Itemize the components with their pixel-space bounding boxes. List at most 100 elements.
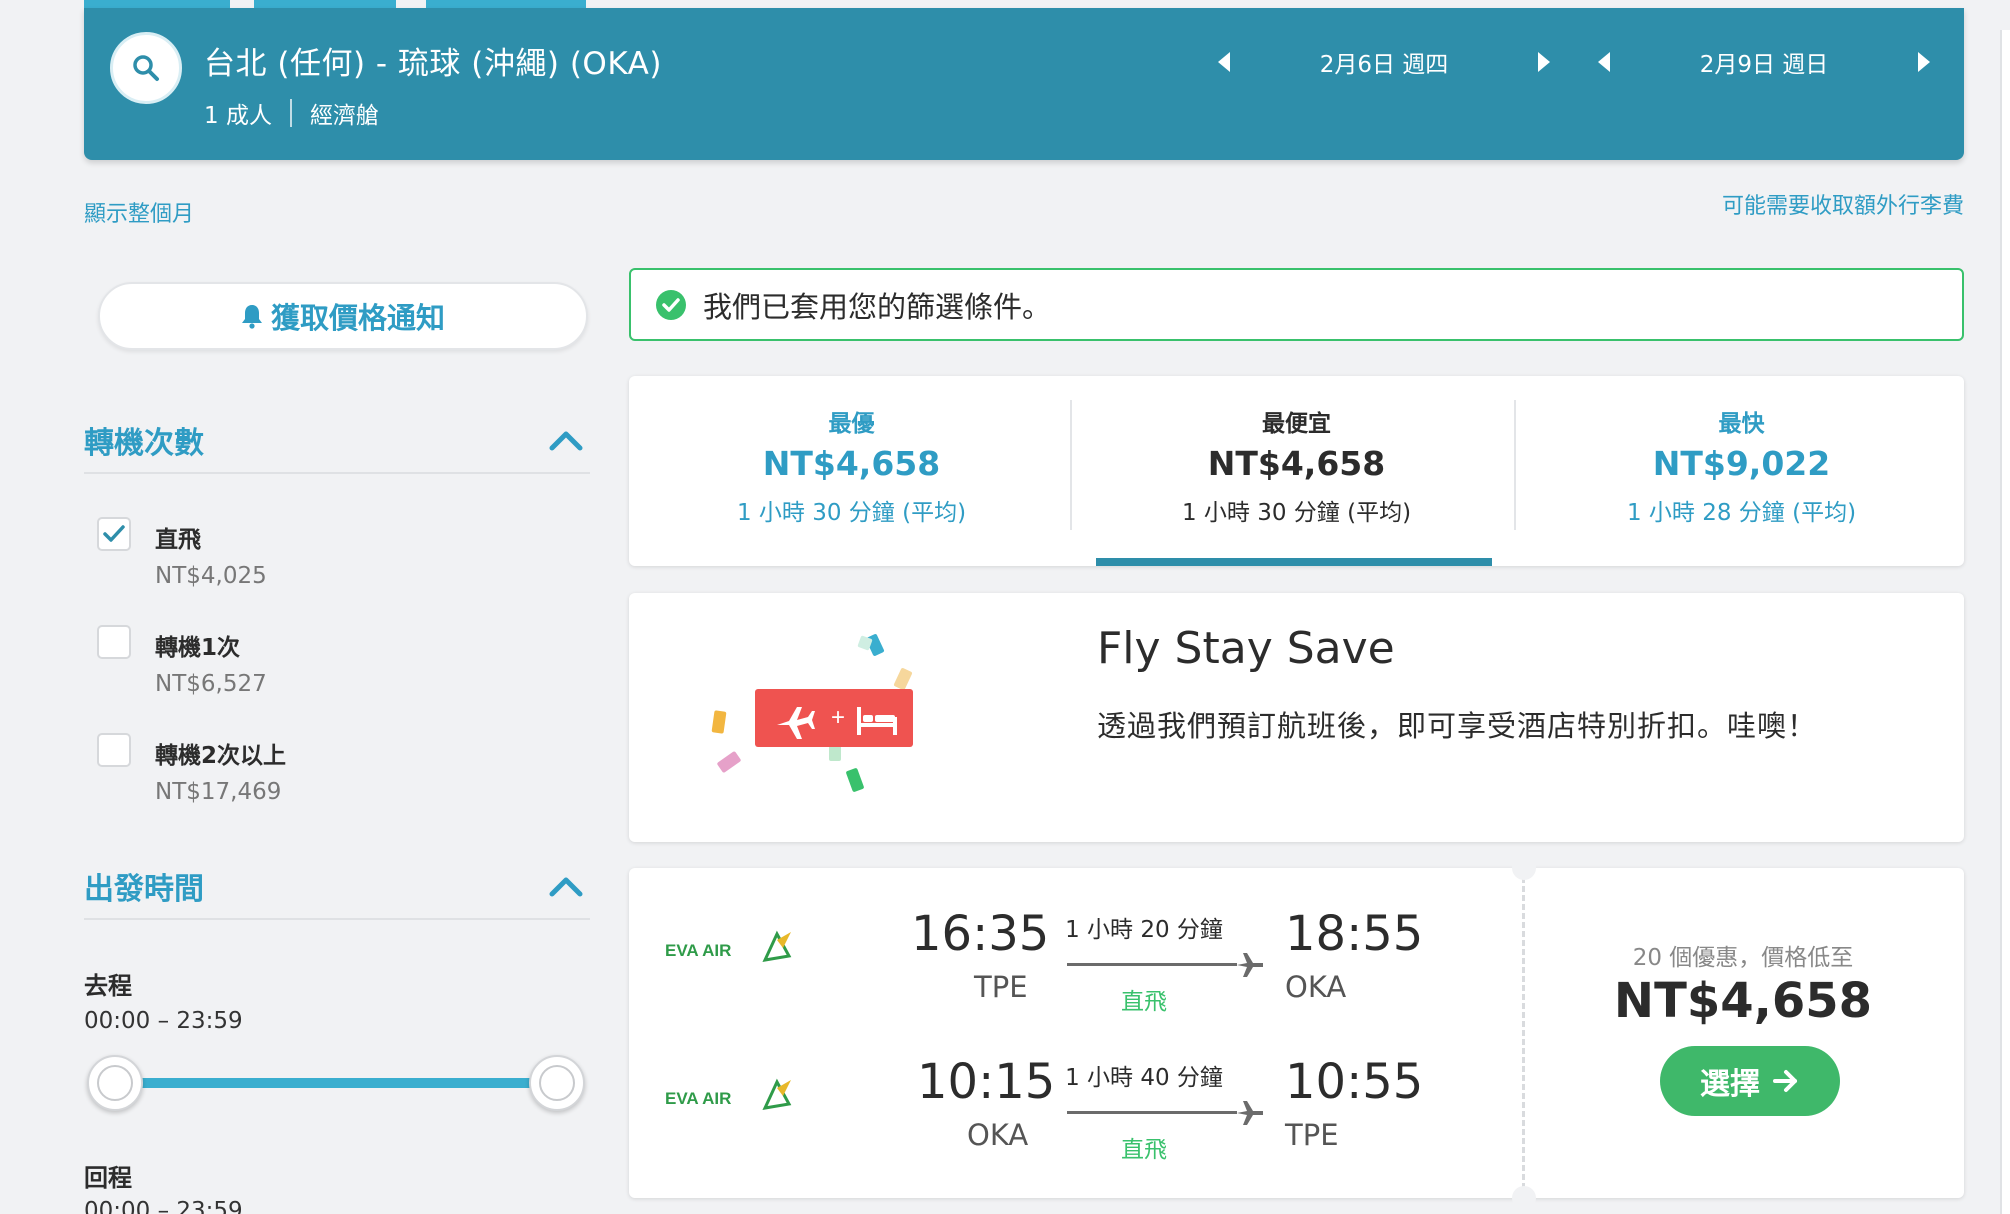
depart-date-picker[interactable]: 2月6日 週四 (1204, 42, 1564, 82)
airline-name: EVA AIR (665, 941, 731, 960)
scroll-edge (2000, 30, 2010, 1214)
sort-price: NT$4,658 (1207, 444, 1386, 483)
nonstop-label[interactable]: 直飛 (155, 520, 201, 554)
price-alert-label: 獲取價格通知 (270, 301, 445, 335)
filters-applied-text: 我們已套用您的篩選條件。 (703, 289, 1052, 324)
price-alert-button[interactable]: 獲取價格通知 (98, 282, 588, 350)
divider (84, 472, 590, 474)
one-stop-label[interactable]: 轉機1次 (155, 628, 240, 662)
plane-icon (1237, 1101, 1263, 1125)
one-stop-checkbox[interactable] (97, 625, 131, 659)
depart-next-button[interactable] (1524, 42, 1564, 82)
sort-duration: 1 小時 30 分鐘 (平均) (736, 500, 967, 526)
sort-price: NT$4,658 (762, 444, 941, 483)
top-tab[interactable] (254, 0, 396, 8)
handle-inner (539, 1065, 575, 1101)
lowest-price: NT$4,658 (1613, 973, 1873, 1029)
sort-fastest[interactable]: 最快 NT$9,022 1 小時 28 分鐘 (平均) (1519, 376, 1964, 566)
one-stop-price: NT$6,527 (155, 671, 267, 697)
nonstop-label: 直飛 (1121, 989, 1167, 1015)
divider (1070, 400, 1072, 530)
page: 台北 (任何) - 琉球 (沖繩) (OKA) 1 成人 經濟艙 2月6日 週四… (0, 0, 2010, 1214)
return-next-button[interactable] (1904, 42, 1944, 82)
depart-airport-code: OKA (967, 1118, 1029, 1152)
depart-airport-code: TPE (974, 970, 1028, 1004)
eva-air-logo: EVA AIR (665, 1078, 792, 1110)
promo-title: Fly Stay Save (1097, 623, 1395, 674)
arrive-time: 18:55 (1285, 906, 1424, 962)
select-flight-button[interactable]: 選擇 (1660, 1046, 1840, 1116)
select-label: 選擇 (1700, 1067, 1760, 1102)
search-summary-header[interactable]: 台北 (任何) - 琉球 (沖繩) (OKA) 1 成人 經濟艙 2月6日 週四… (84, 8, 1964, 160)
top-tab[interactable] (426, 0, 586, 8)
flight-duration: 1 小時 40 分鐘 (1065, 1065, 1223, 1091)
cabin-class: 經濟艙 (309, 103, 379, 129)
sort-label: 最快 (1718, 411, 1765, 437)
top-tab[interactable] (84, 0, 230, 8)
two-plus-stops-price: NT$17,469 (155, 779, 282, 805)
sort-duration: 1 小時 30 分鐘 (平均) (1181, 500, 1412, 526)
flight-result-card[interactable]: EVA AIR 16:35 TPE 1 小時 20 分鐘 直飛 18:55 OK… (629, 856, 1964, 1210)
eva-air-logo: EVA AIR (665, 930, 792, 962)
sort-price: NT$9,022 (1652, 444, 1831, 483)
flight-hotel-illustration: + (711, 634, 913, 792)
depart-prev-button[interactable] (1204, 42, 1244, 82)
sort-cheapest[interactable]: 最便宜 NT$4,658 1 小時 30 分鐘 (平均) (1074, 376, 1519, 566)
return-date[interactable]: 2月9日 週日 (1700, 45, 1829, 79)
return-time-range: 00:00 – 23:59 (84, 1198, 243, 1214)
filters-applied-banner: 我們已套用您的篩選條件。 (629, 268, 1964, 341)
route-line (1067, 1111, 1237, 1114)
plus-sign: + (831, 704, 845, 731)
two-plus-stops-checkbox[interactable] (97, 733, 131, 767)
outbound-label: 去程 (84, 972, 132, 1000)
check-icon (103, 525, 125, 542)
sort-label: 最便宜 (1262, 411, 1331, 437)
plane-icon (1237, 953, 1263, 977)
outbound-time-slider-track[interactable] (115, 1078, 558, 1088)
depart-date[interactable]: 2月6日 週四 (1320, 45, 1449, 79)
outbound-time-range: 00:00 – 23:59 (84, 1008, 243, 1034)
depart-time: 16:35 (911, 906, 1050, 962)
next-arrow-icon (1917, 52, 1930, 72)
nonstop-label: 直飛 (1121, 1137, 1167, 1163)
divider (84, 918, 590, 920)
outbound-slider-start-handle[interactable] (87, 1055, 143, 1111)
sort-duration: 1 小時 28 分鐘 (平均) (1626, 500, 1857, 526)
passenger-count: 1 成人 (204, 103, 272, 129)
arrive-airport-code: TPE (1285, 1118, 1339, 1152)
chevron-up-icon[interactable] (546, 424, 586, 454)
ticket-notch (1512, 856, 1536, 880)
outbound-slider-end-handle[interactable] (529, 1055, 585, 1111)
ticket-notch (1512, 1186, 1536, 1210)
selected-sort-indicator (1096, 558, 1492, 566)
prev-arrow-icon (1598, 52, 1610, 72)
sort-best[interactable]: 最優 NT$4,658 1 小時 30 分鐘 (平均) (629, 376, 1074, 566)
passenger-cabin[interactable]: 1 成人 經濟艙 (204, 96, 379, 130)
departure-time-section-title[interactable]: 出發時間 (84, 864, 204, 908)
chevron-up-icon[interactable] (546, 870, 586, 900)
fly-stay-save-promo[interactable]: + Fly Stay Save 透過我們預訂航班後，即可享受酒店特別折扣。哇噢！ (629, 593, 1964, 842)
promo-description: 透過我們預訂航班後，即可享受酒店特別折扣。哇噢！ (1097, 709, 1818, 743)
nonstop-checkbox[interactable] (97, 517, 131, 551)
deals-count: 20 個優惠，價格低至 (1632, 945, 1854, 971)
search-icon (133, 55, 159, 81)
return-date-picker[interactable]: 2月9日 週日 (1584, 42, 1944, 82)
depart-time: 10:15 (917, 1054, 1056, 1110)
route-title[interactable]: 台北 (任何) - 琉球 (沖繩) (OKA) (204, 38, 662, 83)
airline-name: EVA AIR (665, 1089, 731, 1108)
two-plus-stops-label[interactable]: 轉機2次以上 (155, 736, 286, 770)
arrive-time: 10:55 (1285, 1054, 1424, 1110)
check-circle-icon (656, 289, 686, 320)
stops-section-title[interactable]: 轉機次數 (84, 418, 204, 462)
next-arrow-icon (1537, 52, 1550, 72)
show-month-link[interactable]: 顯示整個月 (84, 196, 194, 228)
nonstop-price: NT$4,025 (155, 563, 267, 589)
divider (1514, 400, 1516, 530)
return-prev-button[interactable] (1584, 42, 1624, 82)
baggage-fee-link[interactable]: 可能需要收取額外行李費 (1722, 188, 1964, 220)
sort-options: 最優 NT$4,658 1 小時 30 分鐘 (平均) 最便宜 NT$4,658… (629, 376, 1964, 566)
return-label: 回程 (84, 1164, 132, 1192)
search-button[interactable] (110, 32, 182, 104)
arrow-right-icon (1773, 1070, 1797, 1092)
arrive-airport-code: OKA (1285, 970, 1347, 1004)
